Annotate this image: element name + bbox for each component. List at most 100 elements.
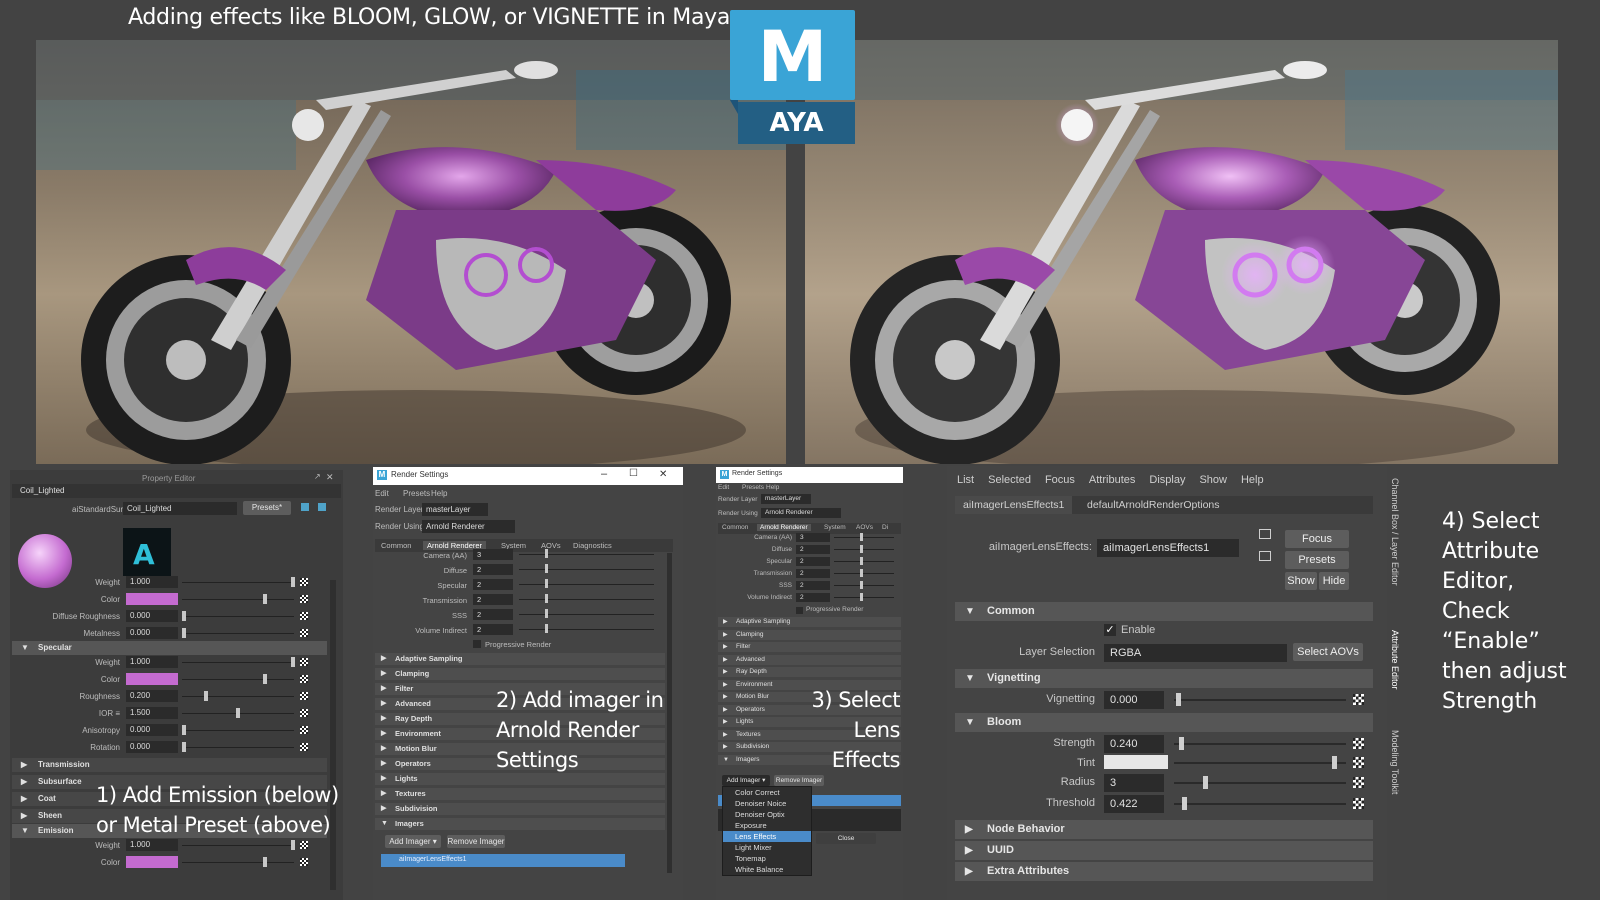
slider-handle[interactable]: [545, 609, 548, 618]
node-name-field[interactable]: aiImagerLensEffects1: [1097, 539, 1239, 557]
output-arrow-icon[interactable]: [1259, 551, 1271, 561]
slider-handle[interactable]: [204, 691, 208, 701]
menu-selected[interactable]: Selected: [988, 474, 1031, 486]
attribute-value-field[interactable]: 0.000: [126, 741, 178, 753]
attribute-value-field[interactable]: 0.200: [126, 690, 178, 702]
attribute-value-field[interactable]: 1.000: [126, 576, 178, 588]
tab-common[interactable]: Common: [377, 541, 415, 550]
map-button-icon[interactable]: [1353, 694, 1364, 705]
slider-track[interactable]: [182, 862, 294, 863]
menu-item[interactable]: Presets: [403, 489, 430, 498]
presets-button[interactable]: Presets: [1285, 551, 1349, 569]
render-section[interactable]: ▶ Adaptive Sampling: [718, 617, 901, 627]
node-tab[interactable]: Coil_Lighted: [12, 484, 341, 498]
close-icon[interactable]: ✕: [326, 472, 334, 483]
render-section[interactable]: ▶ Subdivision: [375, 803, 665, 815]
map-button-icon[interactable]: [300, 675, 308, 683]
dropdown-item-denoiser-noice[interactable]: Denoiser Noice: [723, 798, 811, 809]
slider-handle[interactable]: [263, 594, 267, 604]
menu-help[interactable]: Help: [1241, 474, 1264, 486]
dropdown-item-white-balance[interactable]: White Balance: [723, 864, 811, 875]
render-section[interactable]: ▶ Adaptive Sampling: [375, 653, 665, 665]
tab-common[interactable]: Common: [719, 524, 751, 531]
minimize-icon[interactable]: –: [601, 468, 607, 480]
tint-slider-track[interactable]: [1174, 762, 1346, 764]
map-button-icon[interactable]: [300, 578, 308, 586]
dropdown-item-lens-effects[interactable]: Lens Effects: [723, 831, 811, 842]
render-section[interactable]: ▶ Filter: [718, 642, 901, 652]
menu-list[interactable]: List: [957, 474, 974, 486]
render-using-select[interactable]: Arnold Renderer: [761, 508, 841, 518]
layer-selection-field[interactable]: RGBA: [1104, 644, 1287, 662]
select-aovs-button[interactable]: Select AOVs: [1293, 643, 1363, 661]
slider-handle[interactable]: [545, 624, 548, 633]
threshold-slider-track[interactable]: [1174, 803, 1346, 805]
attribute-value-field[interactable]: 0.000: [126, 724, 178, 736]
tint-color-swatch[interactable]: [1104, 755, 1168, 769]
slider-track[interactable]: [182, 747, 294, 748]
attribute-value-field[interactable]: 1.000: [126, 839, 178, 851]
map-button-icon[interactable]: [1353, 798, 1364, 809]
slider-handle[interactable]: [860, 581, 863, 589]
progressive-render-checkbox[interactable]: [796, 607, 803, 614]
map-button-icon[interactable]: [300, 841, 308, 849]
sampling-field[interactable]: 2: [796, 545, 830, 554]
slider-track[interactable]: [834, 573, 894, 574]
map-button-icon[interactable]: [300, 692, 308, 700]
render-section[interactable]: ▼ Imagers: [375, 818, 665, 830]
close-icon[interactable]: ✕: [659, 469, 667, 480]
sampling-field[interactable]: 2: [473, 564, 513, 575]
imager-list-item[interactable]: aiImagerLensEffects1: [381, 854, 625, 867]
slider-track[interactable]: [519, 584, 654, 585]
slider-track[interactable]: [182, 662, 294, 663]
slider-handle[interactable]: [860, 557, 863, 565]
slider-handle[interactable]: [545, 564, 548, 573]
side-tab-modeling-toolkit[interactable]: Modeling Toolkit: [1390, 730, 1400, 794]
collapsed-section[interactable]: ▶ Transmission: [12, 758, 327, 772]
map-button-icon[interactable]: [300, 658, 308, 666]
slider-track[interactable]: [834, 585, 894, 586]
side-tab-channel-box[interactable]: Channel Box / Layer Editor: [1390, 478, 1400, 586]
bloom-section[interactable]: ▼ Bloom: [955, 713, 1373, 732]
slider-track[interactable]: [182, 730, 294, 731]
render-section[interactable]: ▶ Ray Depth: [718, 667, 901, 677]
sampling-field[interactable]: 2: [796, 581, 830, 590]
add-imager-button[interactable]: Add Imager ▾: [722, 775, 770, 786]
color-swatch[interactable]: [126, 673, 178, 685]
radius-slider-track[interactable]: [1174, 782, 1346, 784]
attribute-value-field[interactable]: 0.000: [126, 627, 178, 639]
strength-field[interactable]: 0.240: [1104, 735, 1164, 753]
progressive-render-checkbox[interactable]: [473, 640, 481, 648]
close-button[interactable]: Close: [816, 833, 876, 844]
threshold-slider-handle[interactable]: [1182, 797, 1187, 810]
specular-section[interactable]: ▼ Specular: [12, 641, 327, 655]
imager-type-dropdown[interactable]: Color Correct Denoiser Noice Denoiser Opti…: [722, 786, 812, 876]
color-swatch[interactable]: [126, 593, 178, 605]
graph-icon[interactable]: [301, 503, 309, 511]
slider-handle[interactable]: [860, 593, 863, 601]
attribute-value-field[interactable]: 1.500: [126, 707, 178, 719]
menu-display[interactable]: Display: [1149, 474, 1185, 486]
slider-handle[interactable]: [860, 569, 863, 577]
hide-button[interactable]: Hide: [1319, 572, 1349, 590]
strength-slider-handle[interactable]: [1179, 737, 1184, 750]
tab-aovs[interactable]: AOVs: [537, 541, 565, 550]
slider-handle[interactable]: [545, 579, 548, 588]
slider-handle[interactable]: [860, 533, 863, 541]
node-behavior-section[interactable]: ▶ Node Behavior: [955, 820, 1373, 839]
dropdown-item-light-mixer[interactable]: Light Mixer: [723, 842, 811, 853]
vignetting-section[interactable]: ▼ Vignetting: [955, 669, 1373, 688]
vignetting-slider-handle[interactable]: [1176, 693, 1181, 706]
map-button-icon[interactable]: [300, 726, 308, 734]
dropdown-item-exposure[interactable]: Exposure: [723, 820, 811, 831]
scrollbar[interactable]: [667, 553, 672, 873]
sampling-field[interactable]: 2: [473, 579, 513, 590]
slider-track[interactable]: [519, 599, 654, 600]
vignetting-slider-track[interactable]: [1174, 699, 1346, 701]
slider-handle[interactable]: [263, 857, 267, 867]
slider-track[interactable]: [519, 614, 654, 615]
slider-handle[interactable]: [263, 674, 267, 684]
map-button-icon[interactable]: [300, 743, 308, 751]
slider-track[interactable]: [834, 549, 894, 550]
uuid-section[interactable]: ▶ UUID: [955, 841, 1373, 860]
